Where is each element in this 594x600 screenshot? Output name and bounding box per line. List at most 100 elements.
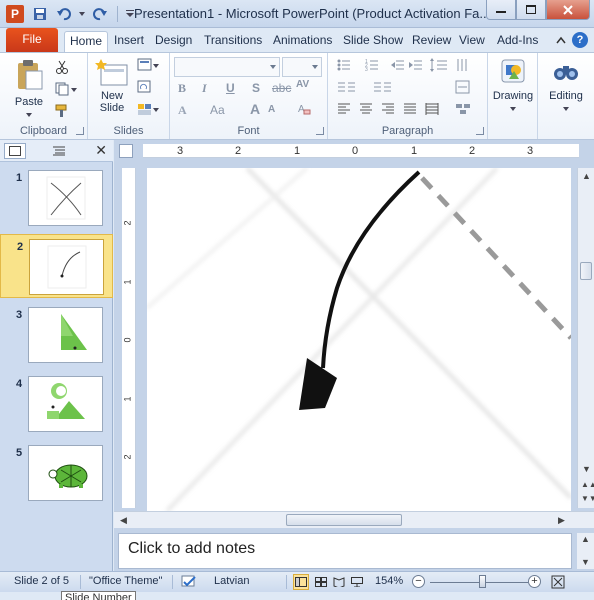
slide-thumbnail-row[interactable]: 2 <box>0 234 113 298</box>
tab-insert[interactable]: Insert <box>109 31 149 52</box>
align-left-icon[interactable] <box>336 101 352 117</box>
text-direction-icon[interactable] <box>454 57 476 73</box>
help-icon[interactable]: ? <box>572 32 588 48</box>
tab-design[interactable]: Design <box>150 31 197 52</box>
close-panel-icon[interactable]: ✕ <box>95 142 107 159</box>
strikethrough-button[interactable]: abc <box>272 81 291 95</box>
notes-scroll-up-icon[interactable]: ▲ <box>581 534 590 544</box>
tab-transitions[interactable]: Transitions <box>199 31 267 52</box>
font-size-combo[interactable] <box>282 57 322 77</box>
clear-formatting-icon[interactable]: A <box>296 101 312 117</box>
slide-sorter-view-icon[interactable] <box>313 574 329 590</box>
horizontal-ruler[interactable]: 3 2 1 0 1 2 3 <box>143 144 579 158</box>
zoom-level[interactable]: 154% <box>375 575 403 587</box>
align-text-icon[interactable] <box>454 79 476 95</box>
tab-selector-icon[interactable] <box>119 144 133 158</box>
shrink-font-button[interactable]: A <box>268 104 275 115</box>
drawing-button[interactable]: Drawing <box>490 57 536 114</box>
character-spacing-button[interactable]: AV <box>296 79 309 90</box>
reading-view-icon[interactable] <box>331 574 347 590</box>
bold-button[interactable]: B <box>178 81 186 96</box>
slide-number-indicator[interactable]: Slide 2 of 5 <box>14 575 69 587</box>
slide-thumbnail-row[interactable]: 3 <box>0 303 113 367</box>
undo-dropdown-icon[interactable] <box>78 5 86 23</box>
slide-canvas[interactable] <box>147 168 571 511</box>
redo-icon[interactable] <box>90 5 110 23</box>
cut-icon[interactable] <box>54 59 70 75</box>
notes-scrollbar[interactable]: ▲ ▼ <box>577 533 594 569</box>
justify-icon[interactable] <box>402 101 418 117</box>
change-case-button[interactable]: Aa <box>210 103 225 117</box>
scroll-up-icon[interactable]: ▲ <box>582 171 591 181</box>
vertical-scrollbar[interactable]: ▲ ▼ ▲▲ ▼▼ <box>577 168 594 508</box>
minimize-button[interactable] <box>486 0 516 20</box>
font-color-button[interactable]: A <box>178 103 187 118</box>
tab-slide-show[interactable]: Slide Show <box>338 31 408 52</box>
slide-thumbnail-row[interactable]: 5 <box>0 441 113 505</box>
undo-icon[interactable] <box>54 5 74 23</box>
notes-field[interactable]: Click to add notes <box>118 533 572 569</box>
horizontal-scrollbar[interactable]: ◀ ▶ <box>114 511 594 528</box>
scroll-right-icon[interactable]: ▶ <box>558 515 565 526</box>
minimize-ribbon-icon[interactable] <box>556 33 566 47</box>
scroll-down-icon[interactable]: ▼ <box>582 464 591 474</box>
zoom-out-icon[interactable]: − <box>412 575 425 588</box>
distributed-icon[interactable] <box>424 101 440 117</box>
clipboard-launcher-icon[interactable] <box>76 127 84 135</box>
notes-scroll-down-icon[interactable]: ▼ <box>581 557 590 567</box>
zoom-in-icon[interactable]: + <box>528 575 541 588</box>
italic-button[interactable]: I <box>202 81 207 96</box>
outline-tab-icon[interactable] <box>48 143 70 159</box>
increase-indent-icon[interactable] <box>408 57 424 73</box>
previous-slide-icon[interactable]: ▲▲ <box>581 480 594 489</box>
vertical-scroll-thumb[interactable] <box>580 262 592 280</box>
line-spacing-icon[interactable] <box>428 57 450 73</box>
underline-button[interactable]: U <box>226 81 235 95</box>
slide-show-view-icon[interactable] <box>349 574 365 590</box>
slide-layout-icon[interactable] <box>136 57 160 73</box>
slide-thumbnail-row[interactable]: 4 <box>0 372 113 436</box>
slide-thumbnail[interactable] <box>28 445 103 501</box>
next-slide-icon[interactable]: ▼▼ <box>581 494 594 503</box>
reset-slide-icon[interactable] <box>136 79 152 95</box>
slide-thumbnail[interactable] <box>29 239 104 295</box>
align-center-icon[interactable] <box>358 101 374 117</box>
copy-icon[interactable] <box>54 81 78 97</box>
zoom-slider-knob[interactable] <box>478 575 486 588</box>
normal-view-icon[interactable] <box>293 574 309 590</box>
spelling-check-icon[interactable] <box>180 574 198 593</box>
slides-tab-icon[interactable] <box>4 143 26 159</box>
slide-thumbnail[interactable] <box>28 170 103 226</box>
font-launcher-icon[interactable] <box>316 127 324 135</box>
tab-animations[interactable]: Animations <box>268 31 337 52</box>
fit-slide-to-window-icon[interactable] <box>550 574 566 590</box>
maximize-button[interactable] <box>516 0 546 20</box>
slide-section-icon[interactable] <box>136 101 160 117</box>
close-button[interactable] <box>546 0 590 20</box>
theme-name[interactable]: "Office Theme" <box>89 575 162 587</box>
tab-home[interactable]: Home <box>64 31 109 52</box>
grow-font-button[interactable]: A <box>250 101 260 117</box>
paste-button[interactable]: Paste <box>8 57 50 120</box>
powerpoint-app-icon[interactable]: P <box>6 5 24 23</box>
align-columns-icon[interactable] <box>336 79 358 95</box>
slide-thumbnail-row[interactable]: 1 <box>0 166 113 230</box>
numbering-icon[interactable]: 123 <box>364 57 386 73</box>
decrease-indent-icon[interactable] <box>390 57 406 73</box>
align-right-icon[interactable] <box>380 101 396 117</box>
bullets-icon[interactable] <box>336 57 358 73</box>
vertical-ruler[interactable]: 2 1 0 1 2 <box>122 168 136 508</box>
paragraph-launcher-icon[interactable] <box>476 127 484 135</box>
new-slide-button[interactable]: New Slide <box>92 57 132 114</box>
language-indicator[interactable]: Latvian <box>214 575 249 587</box>
editing-button[interactable]: Editing <box>540 57 592 114</box>
tab-view[interactable]: View <box>454 31 490 52</box>
slide-thumbnail[interactable] <box>28 307 103 363</box>
smartart-icon[interactable] <box>454 101 476 117</box>
tab-review[interactable]: Review <box>407 31 456 52</box>
columns-icon[interactable] <box>372 79 394 95</box>
slide-thumbnail[interactable] <box>28 376 103 432</box>
horizontal-scroll-thumb[interactable] <box>286 514 402 526</box>
shadow-button[interactable]: S <box>252 81 260 95</box>
tab-file[interactable]: File <box>6 28 58 52</box>
